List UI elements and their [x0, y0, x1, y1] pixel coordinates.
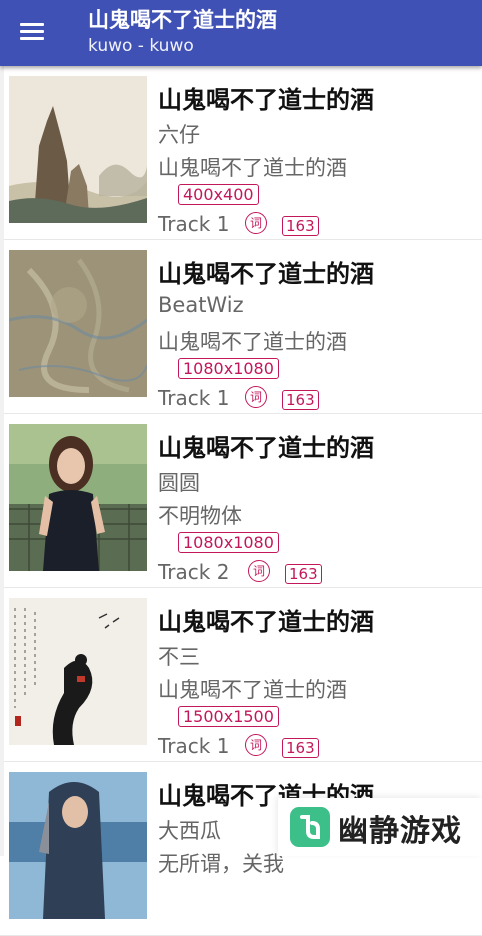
album-cover [9, 250, 147, 397]
track-label: Track 1 [158, 734, 230, 758]
result-row[interactable]: 山鬼喝不了道士的酒 BeatWiz 山鬼喝不了道士的酒 1080x1080 Tr… [0, 240, 482, 414]
album-cover [9, 424, 147, 571]
artist-name: 不三 [158, 645, 200, 669]
artist-name: 圆圆 [158, 471, 200, 495]
song-title: 山鬼喝不了道士的酒 [158, 86, 374, 114]
lyric-badge-icon[interactable]: 词 [245, 386, 267, 408]
song-title: 山鬼喝不了道士的酒 [158, 434, 374, 462]
resolution-badge: 400x400 [178, 184, 259, 205]
menu-icon[interactable] [20, 21, 46, 43]
album-name: 山鬼喝不了道士的酒 [158, 156, 347, 180]
lyric-badge-icon[interactable]: 词 [248, 560, 270, 582]
lyric-badge-icon[interactable]: 词 [245, 212, 267, 234]
watermark-text: 幽静游戏 [338, 814, 462, 849]
album-cover [9, 598, 147, 745]
artist-name: 大西瓜 [158, 819, 221, 843]
track-label: Track 1 [158, 212, 230, 236]
count-badge: 163 [285, 564, 322, 584]
album-cover [9, 772, 147, 919]
count-badge: 163 [282, 738, 319, 758]
resolution-badge: 1080x1080 [178, 358, 279, 379]
song-title: 山鬼喝不了道士的酒 [158, 260, 374, 288]
artist-name: 六仔 [158, 123, 200, 147]
result-row[interactable]: 山鬼喝不了道士的酒 六仔 山鬼喝不了道士的酒 400x400 Track 1 词… [0, 66, 482, 240]
album-name: 山鬼喝不了道士的酒 [158, 330, 347, 354]
resolution-badge: 1500x1500 [178, 706, 279, 727]
artist-name: BeatWiz [158, 293, 244, 317]
app-title: 山鬼喝不了道士的酒 [88, 8, 277, 32]
album-name: 不明物体 [158, 504, 242, 528]
result-row[interactable]: 山鬼喝不了道士的酒 不三 山鬼喝不了道士的酒 1500x1500 Track 1… [0, 588, 482, 762]
track-label: Track 1 [158, 386, 230, 410]
yj-logo-icon [290, 807, 330, 847]
app-bar: 山鬼喝不了道士的酒 kuwo - kuwo [0, 0, 482, 66]
result-row[interactable]: 山鬼喝不了道士的酒 圆圆 不明物体 1080x1080 Track 2 词 16… [0, 414, 482, 588]
lyric-badge-icon[interactable]: 词 [245, 734, 267, 756]
count-badge: 163 [282, 216, 319, 236]
track-label: Track 2 [158, 560, 230, 584]
song-title: 山鬼喝不了道士的酒 [158, 608, 374, 636]
album-name: 无所谓，关我 [158, 852, 284, 876]
album-cover [9, 76, 147, 223]
scroll-edge [0, 66, 4, 856]
app-subtitle: kuwo - kuwo [88, 36, 194, 56]
resolution-badge: 1080x1080 [178, 532, 279, 553]
album-name: 山鬼喝不了道士的酒 [158, 678, 347, 702]
count-badge: 163 [282, 390, 319, 410]
watermark-banner: 幽静游戏 [278, 798, 482, 856]
